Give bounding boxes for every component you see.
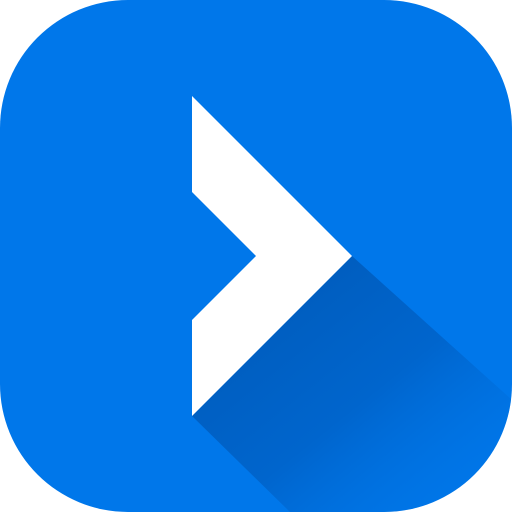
app-icon[interactable]	[0, 0, 512, 512]
chevron-right-icon	[192, 96, 512, 512]
